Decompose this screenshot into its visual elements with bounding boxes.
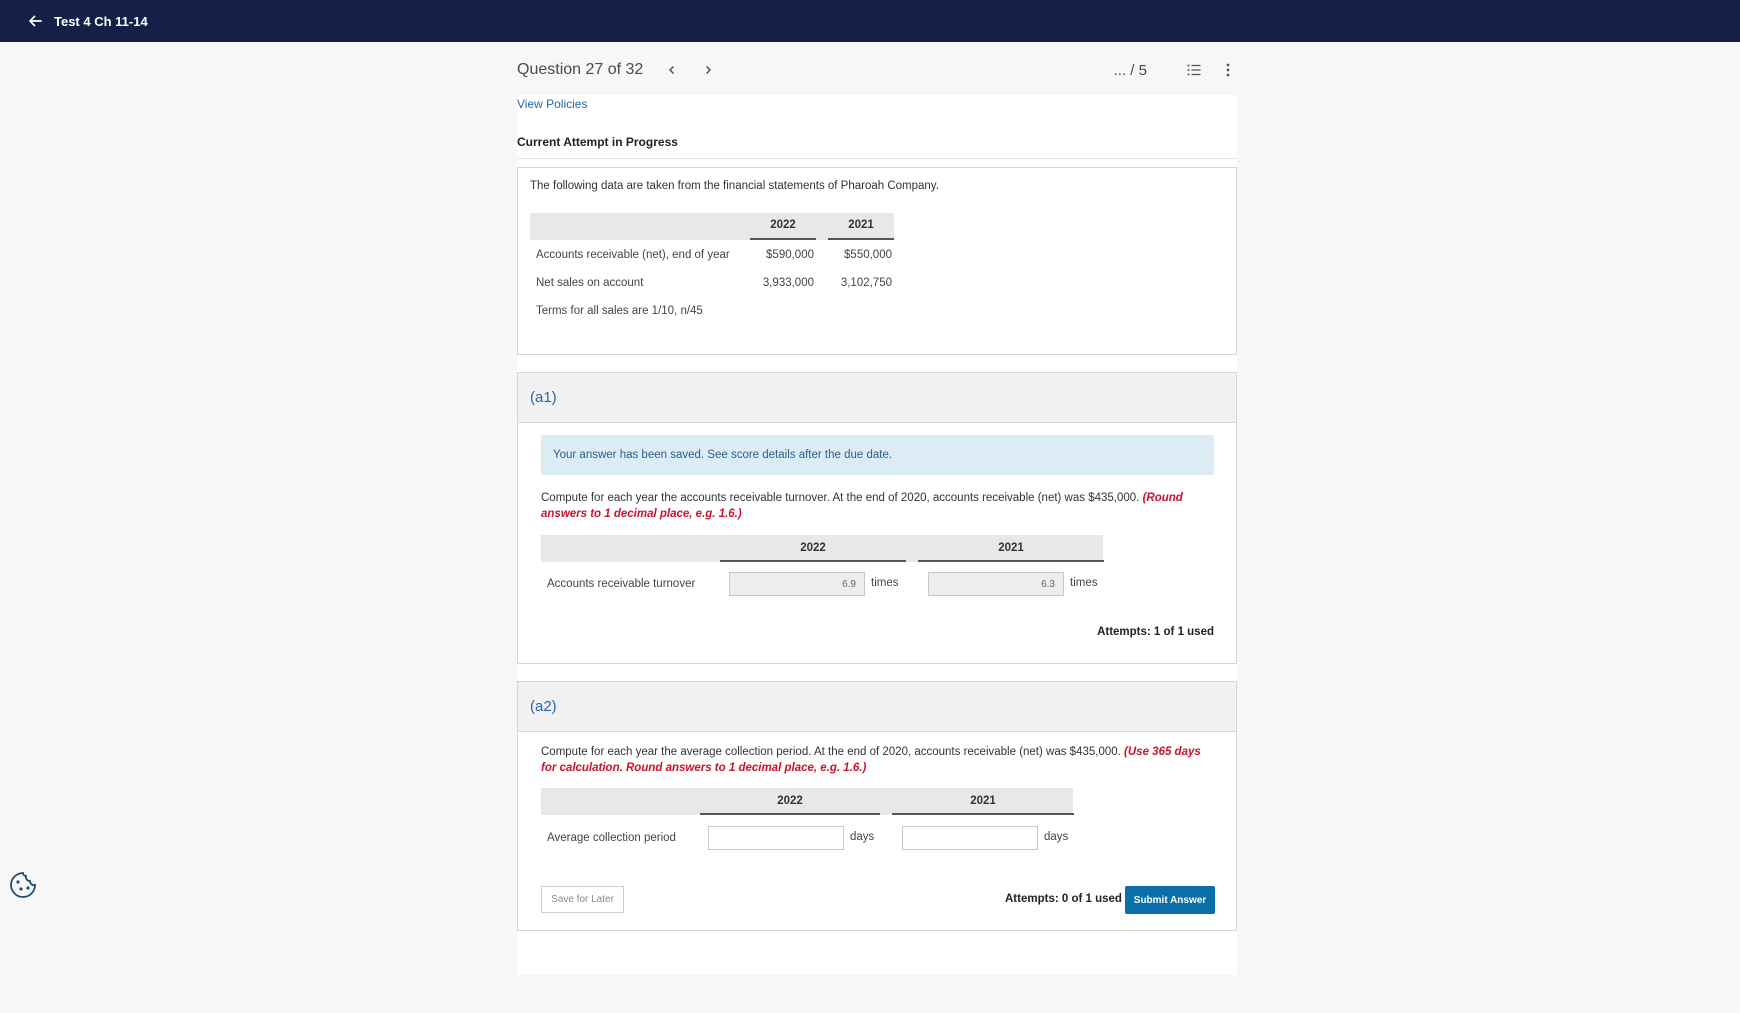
column-underline [720,560,906,562]
unit-label: days [1044,831,1069,843]
cell-value: 3,933,000 [762,277,814,289]
instruction-text: Compute for each year the average collec… [541,746,1121,758]
column-underline [750,238,816,240]
unit-label: times [1070,577,1098,589]
instruction-text: Compute for each year the accounts recei… [541,492,1140,504]
instruction: Compute for each year the average collec… [541,744,1211,776]
column-header: 2021 [848,219,874,231]
view-policies-link[interactable]: View Policies [517,97,587,111]
part-a2-card: (a2) Compute for each year the average c… [517,681,1237,931]
question-title: Question 27 of 32 [517,61,644,78]
turnover-2021-input[interactable]: 6.3 [928,572,1064,596]
top-bar: Test 4 Ch 11-14 [0,0,1740,42]
saved-notice: Your answer has been saved. See score de… [541,435,1214,475]
collection-period-2021-input[interactable] [902,826,1038,850]
column-underline [892,813,1074,815]
column-header: 2021 [970,795,996,807]
previous-question-button[interactable] [665,63,679,77]
list-icon [1187,64,1201,76]
cookie-settings-button[interactable] [8,870,38,900]
cell-value: 3,102,750 [840,277,892,289]
unit-label: days [850,831,875,843]
part-a1-card: (a1) Your answer has been saved. See sco… [517,372,1237,664]
question-score: ... / 5 [1113,61,1147,79]
instruction: Compute for each year the accounts recei… [541,490,1211,522]
row-label: Average collection period [547,832,676,844]
row-label: Accounts receivable turnover [547,578,696,590]
question-header: Question 27 of 32 ... / 5 [517,56,1237,84]
question-content: View Policies Current Attempt in Progres… [517,95,1237,975]
column-underline [828,238,894,240]
row-label: Net sales on account [536,277,644,289]
more-vertical-icon [1226,63,1230,77]
part-a2-header: (a2) [518,682,1236,732]
more-options-button[interactable] [1219,61,1237,79]
cookie-icon [10,872,36,898]
saved-message-text: Your answer has been saved. See score de… [553,449,893,461]
part-label: (a1) [530,389,557,406]
next-question-button[interactable] [701,63,715,77]
data-intro-text: The following data are taken from the fi… [530,180,939,192]
unit-label: times [871,577,899,589]
attempts-counter: Attempts: 0 of 1 used [1005,893,1122,905]
column-header: 2022 [770,219,796,231]
column-underline [700,813,880,815]
submit-answer-button[interactable]: Submit Answer [1125,886,1215,914]
terms-text: Terms for all sales are 1/10, n/45 [536,305,703,317]
cell-value: $550,000 [844,249,892,261]
save-for-later-button[interactable]: Save for Later [541,886,624,913]
chevron-left-icon [669,65,675,75]
cell-value: $590,000 [766,249,814,261]
column-underline [918,560,1104,562]
column-header: 2022 [777,795,803,807]
attempt-status: Current Attempt in Progress [517,135,678,149]
part-label: (a2) [530,698,557,715]
assignment-title: Test 4 Ch 11-14 [54,13,148,29]
chevron-right-icon [706,65,712,75]
column-header: 2022 [800,542,826,554]
column-header: 2021 [998,542,1024,554]
question-list-button[interactable] [1185,61,1203,79]
turnover-2022-input[interactable]: 6.9 [729,572,865,596]
back-button[interactable]: Test 4 Ch 11-14 [26,12,148,30]
row-label: Accounts receivable (net), end of year [536,249,730,261]
attempts-counter: Attempts: 1 of 1 used [1097,626,1214,638]
part-a1-header: (a1) [518,373,1236,423]
arrow-left-icon [29,15,42,27]
divider [517,158,1237,159]
data-card: The following data are taken from the fi… [517,167,1237,355]
collection-period-2022-input[interactable] [708,826,844,850]
